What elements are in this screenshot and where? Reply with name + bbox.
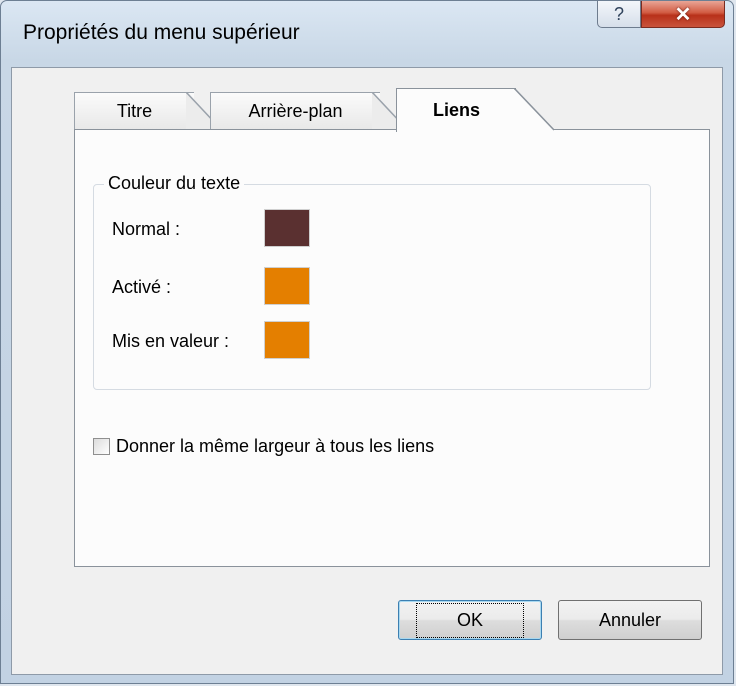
cancel-button-label: Annuler [598,609,662,630]
close-button[interactable]: ✕ [641,1,725,28]
normal-color-swatch[interactable] [264,209,310,247]
properties-dialog: Propriétés du menu supérieur ? ✕ Titre A… [0,0,734,684]
tab-arriere-plan[interactable]: Arrière-plan [210,92,380,130]
ok-button-label: OK [415,602,524,638]
active-color-swatch[interactable] [264,267,310,305]
help-button[interactable]: ? [597,1,641,28]
normal-color-label: Normal : [112,219,181,239]
tab-liens-edge [514,88,554,132]
tab-titre[interactable]: Titre [74,92,194,130]
close-icon: ✕ [674,3,692,26]
same-width-option[interactable]: Donner la même largeur à tous les liens [93,436,434,457]
tab-panel-liens: Couleur du texte Normal : Activé : Mis e… [74,129,710,567]
text-color-group: Couleur du texte Normal : Activé : Mis e… [93,173,651,390]
tab-label: Arrière-plan [248,101,343,121]
same-width-checkbox[interactable] [93,438,110,455]
title-bar[interactable]: Propriétés du menu supérieur ? ✕ [1,1,733,65]
tab-label: Liens [432,100,480,120]
cancel-button[interactable]: Annuler [558,600,702,640]
group-title: Couleur du texte [104,173,245,194]
ok-button[interactable]: OK [398,600,542,640]
same-width-label[interactable]: Donner la même largeur à tous les liens [116,436,434,457]
highlighted-color-label: Mis en valeur : [112,331,230,351]
tab-label: Titre [116,101,153,121]
tab-strip: Titre Arrière-plan Liens [74,88,724,132]
active-color-label: Activé : [112,277,172,297]
window-title: Propriétés du menu supérieur [23,21,300,44]
help-icon: ? [613,3,624,24]
dialog-client-area: Titre Arrière-plan Liens Couleur du text… [11,67,723,675]
tab-liens[interactable]: Liens [396,88,516,132]
highlighted-color-swatch[interactable] [264,321,310,359]
